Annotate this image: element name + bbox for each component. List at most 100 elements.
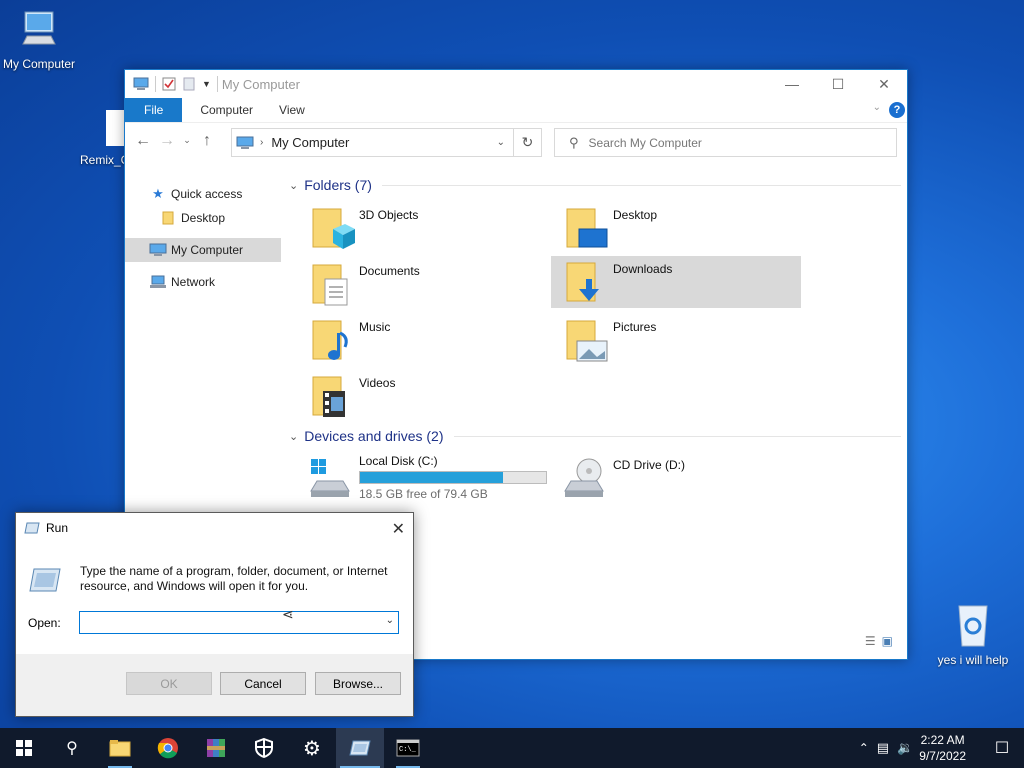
search-icon: ⚲ (569, 134, 579, 150)
breadcrumb[interactable]: My Computer (271, 135, 349, 150)
run-app-icon (29, 568, 61, 592)
downloads-folder-icon (563, 259, 609, 305)
help-icon[interactable]: ? (889, 102, 905, 118)
folder-tile-documents[interactable]: Documents (303, 258, 553, 310)
maximize-button[interactable]: ☐ (815, 70, 861, 98)
command-prompt-taskbar-button[interactable]: C:\_ (384, 728, 432, 768)
folder-label: Pictures (613, 320, 657, 334)
details-view-icon[interactable]: ☰ (865, 634, 876, 648)
clock[interactable]: 2:22 AM 9/7/2022 (919, 732, 966, 764)
volume-icon[interactable]: 🔉 (897, 740, 913, 756)
tab-file[interactable]: File (125, 98, 183, 122)
back-button[interactable]: ← (131, 132, 155, 150)
winrar-taskbar-button[interactable] (192, 728, 240, 768)
disk-usage-bar (359, 471, 547, 484)
security-taskbar-button[interactable] (240, 728, 288, 768)
desktop-icon-recycle-bin[interactable]: yes i will help (928, 602, 1018, 667)
browse-button[interactable]: Browse... (315, 672, 401, 695)
run-icon (24, 522, 40, 534)
nav-item-label: Network (171, 275, 216, 289)
nav-item-label: Desktop (181, 211, 226, 225)
cancel-button[interactable]: Cancel (220, 672, 306, 695)
view-switcher: ☰ ▣ (865, 634, 893, 648)
nav-item-desktop[interactable]: Desktop (125, 206, 281, 230)
breadcrumb-separator-icon[interactable]: › (260, 137, 263, 148)
nav-item-my-computer[interactable]: My Computer (125, 238, 281, 262)
desktop-icon-label: yes i will help (937, 653, 1009, 667)
dialog-title-bar[interactable]: Run (16, 513, 413, 543)
minimize-button[interactable]: — (769, 70, 815, 98)
show-hidden-icons-icon[interactable]: ⌃ (859, 741, 869, 755)
group-title: Devices and drives (2) (304, 428, 444, 444)
search-button[interactable]: ⚲ (48, 728, 96, 768)
recent-locations-button[interactable]: ⌄ (179, 135, 195, 146)
folder-label: 3D Objects (359, 208, 419, 222)
up-button[interactable]: ↑ (195, 132, 219, 150)
drives-group-header[interactable]: ⌄ Devices and drives (2) (289, 425, 901, 447)
shield-icon (255, 738, 273, 758)
new-folder-icon[interactable] (182, 77, 196, 91)
open-input[interactable]: ⌄ (79, 611, 399, 634)
chevron-down-icon: ⌄ (289, 430, 299, 443)
tab-view[interactable]: View (271, 98, 313, 122)
run-dialog: Run ✕ Type the name of a program, folder… (15, 512, 414, 717)
nav-item-label: My Computer (171, 243, 244, 257)
navigation-bar: ← → ⌄ ↑ › My Computer ⌄ ↻ ⚲ Search My Co… (125, 122, 907, 158)
desktop-icon-my-computer[interactable]: My Computer (0, 8, 84, 71)
3d-objects-folder-icon (309, 205, 355, 251)
large-icons-view-icon[interactable]: ▣ (882, 634, 893, 648)
folder-icon (109, 740, 131, 757)
settings-taskbar-button[interactable]: ⚙ (288, 728, 336, 768)
refresh-button[interactable]: ↻ (513, 129, 541, 156)
gear-icon: ⚙ (303, 737, 321, 760)
folder-label: Desktop (613, 208, 658, 222)
quick-access-toolbar: ▼ (125, 76, 218, 92)
group-title: Folders (7) (304, 177, 372, 193)
folder-tile-videos[interactable]: Videos (303, 370, 553, 422)
chevron-down-icon[interactable]: ⌄ (386, 615, 394, 626)
start-button[interactable] (0, 728, 48, 768)
search-input[interactable]: ⚲ Search My Computer (554, 128, 897, 157)
properties-icon[interactable] (162, 77, 176, 91)
group-divider (453, 435, 901, 437)
folders-group-header[interactable]: ⌄ Folders (7) (289, 174, 901, 196)
chevron-down-icon[interactable]: ⌄ (497, 137, 505, 148)
forward-button[interactable]: → (155, 132, 179, 150)
windows-logo-icon (16, 740, 32, 756)
folder-tile-music[interactable]: Music (303, 314, 553, 366)
chrome-icon (157, 738, 178, 759)
toolbar-divider (155, 76, 156, 92)
folder-tile-pictures[interactable]: Pictures (557, 314, 807, 366)
recycle-bin-icon (958, 605, 988, 647)
folder-tile-desktop[interactable]: Desktop (557, 202, 807, 254)
expand-ribbon-icon[interactable]: ⌄ (873, 102, 881, 113)
network-icon[interactable]: ▤ (877, 740, 889, 756)
notifications-button[interactable]: ☐ (980, 728, 1024, 768)
close-icon[interactable]: ✕ (392, 519, 405, 539)
customize-toolbar-icon[interactable]: ▼ (202, 79, 211, 89)
dialog-title: Run (46, 521, 69, 535)
title-bar[interactable]: ▼ My Computer — ☐ ✕ (125, 70, 907, 98)
folder-label: Music (359, 320, 391, 334)
clock-time: 2:22 AM (920, 733, 965, 747)
nav-item-network[interactable]: Network (125, 270, 281, 294)
drive-tile-c[interactable]: Local Disk (C:) 18.5 GB free of 79.4 GB (303, 452, 553, 508)
folder-tile-downloads[interactable]: Downloads (551, 256, 801, 308)
chrome-taskbar-button[interactable] (144, 728, 192, 768)
address-bar[interactable]: › My Computer ⌄ ↻ (231, 128, 542, 157)
ok-button[interactable]: OK (126, 672, 212, 695)
drive-tile-d[interactable]: CD Drive (D:) (557, 452, 807, 504)
nav-item-quick-access[interactable]: ★ Quick access (125, 182, 281, 206)
notification-icon: ☐ (994, 740, 1010, 757)
tab-computer[interactable]: Computer (182, 98, 271, 122)
dialog-description: Type the name of a program, folder, docu… (80, 564, 388, 593)
file-explorer-taskbar-button[interactable] (96, 728, 144, 768)
run-taskbar-button[interactable] (336, 728, 384, 768)
group-divider (381, 184, 901, 186)
folder-tile-3d-objects[interactable]: 3D Objects (303, 202, 553, 254)
local-disk-icon (309, 455, 355, 501)
close-button[interactable]: ✕ (861, 70, 907, 98)
videos-folder-icon (309, 373, 355, 419)
desktop-folder-icon (563, 205, 609, 251)
drive-info: Local Disk (C:) 18.5 GB free of 79.4 GB (359, 454, 547, 508)
